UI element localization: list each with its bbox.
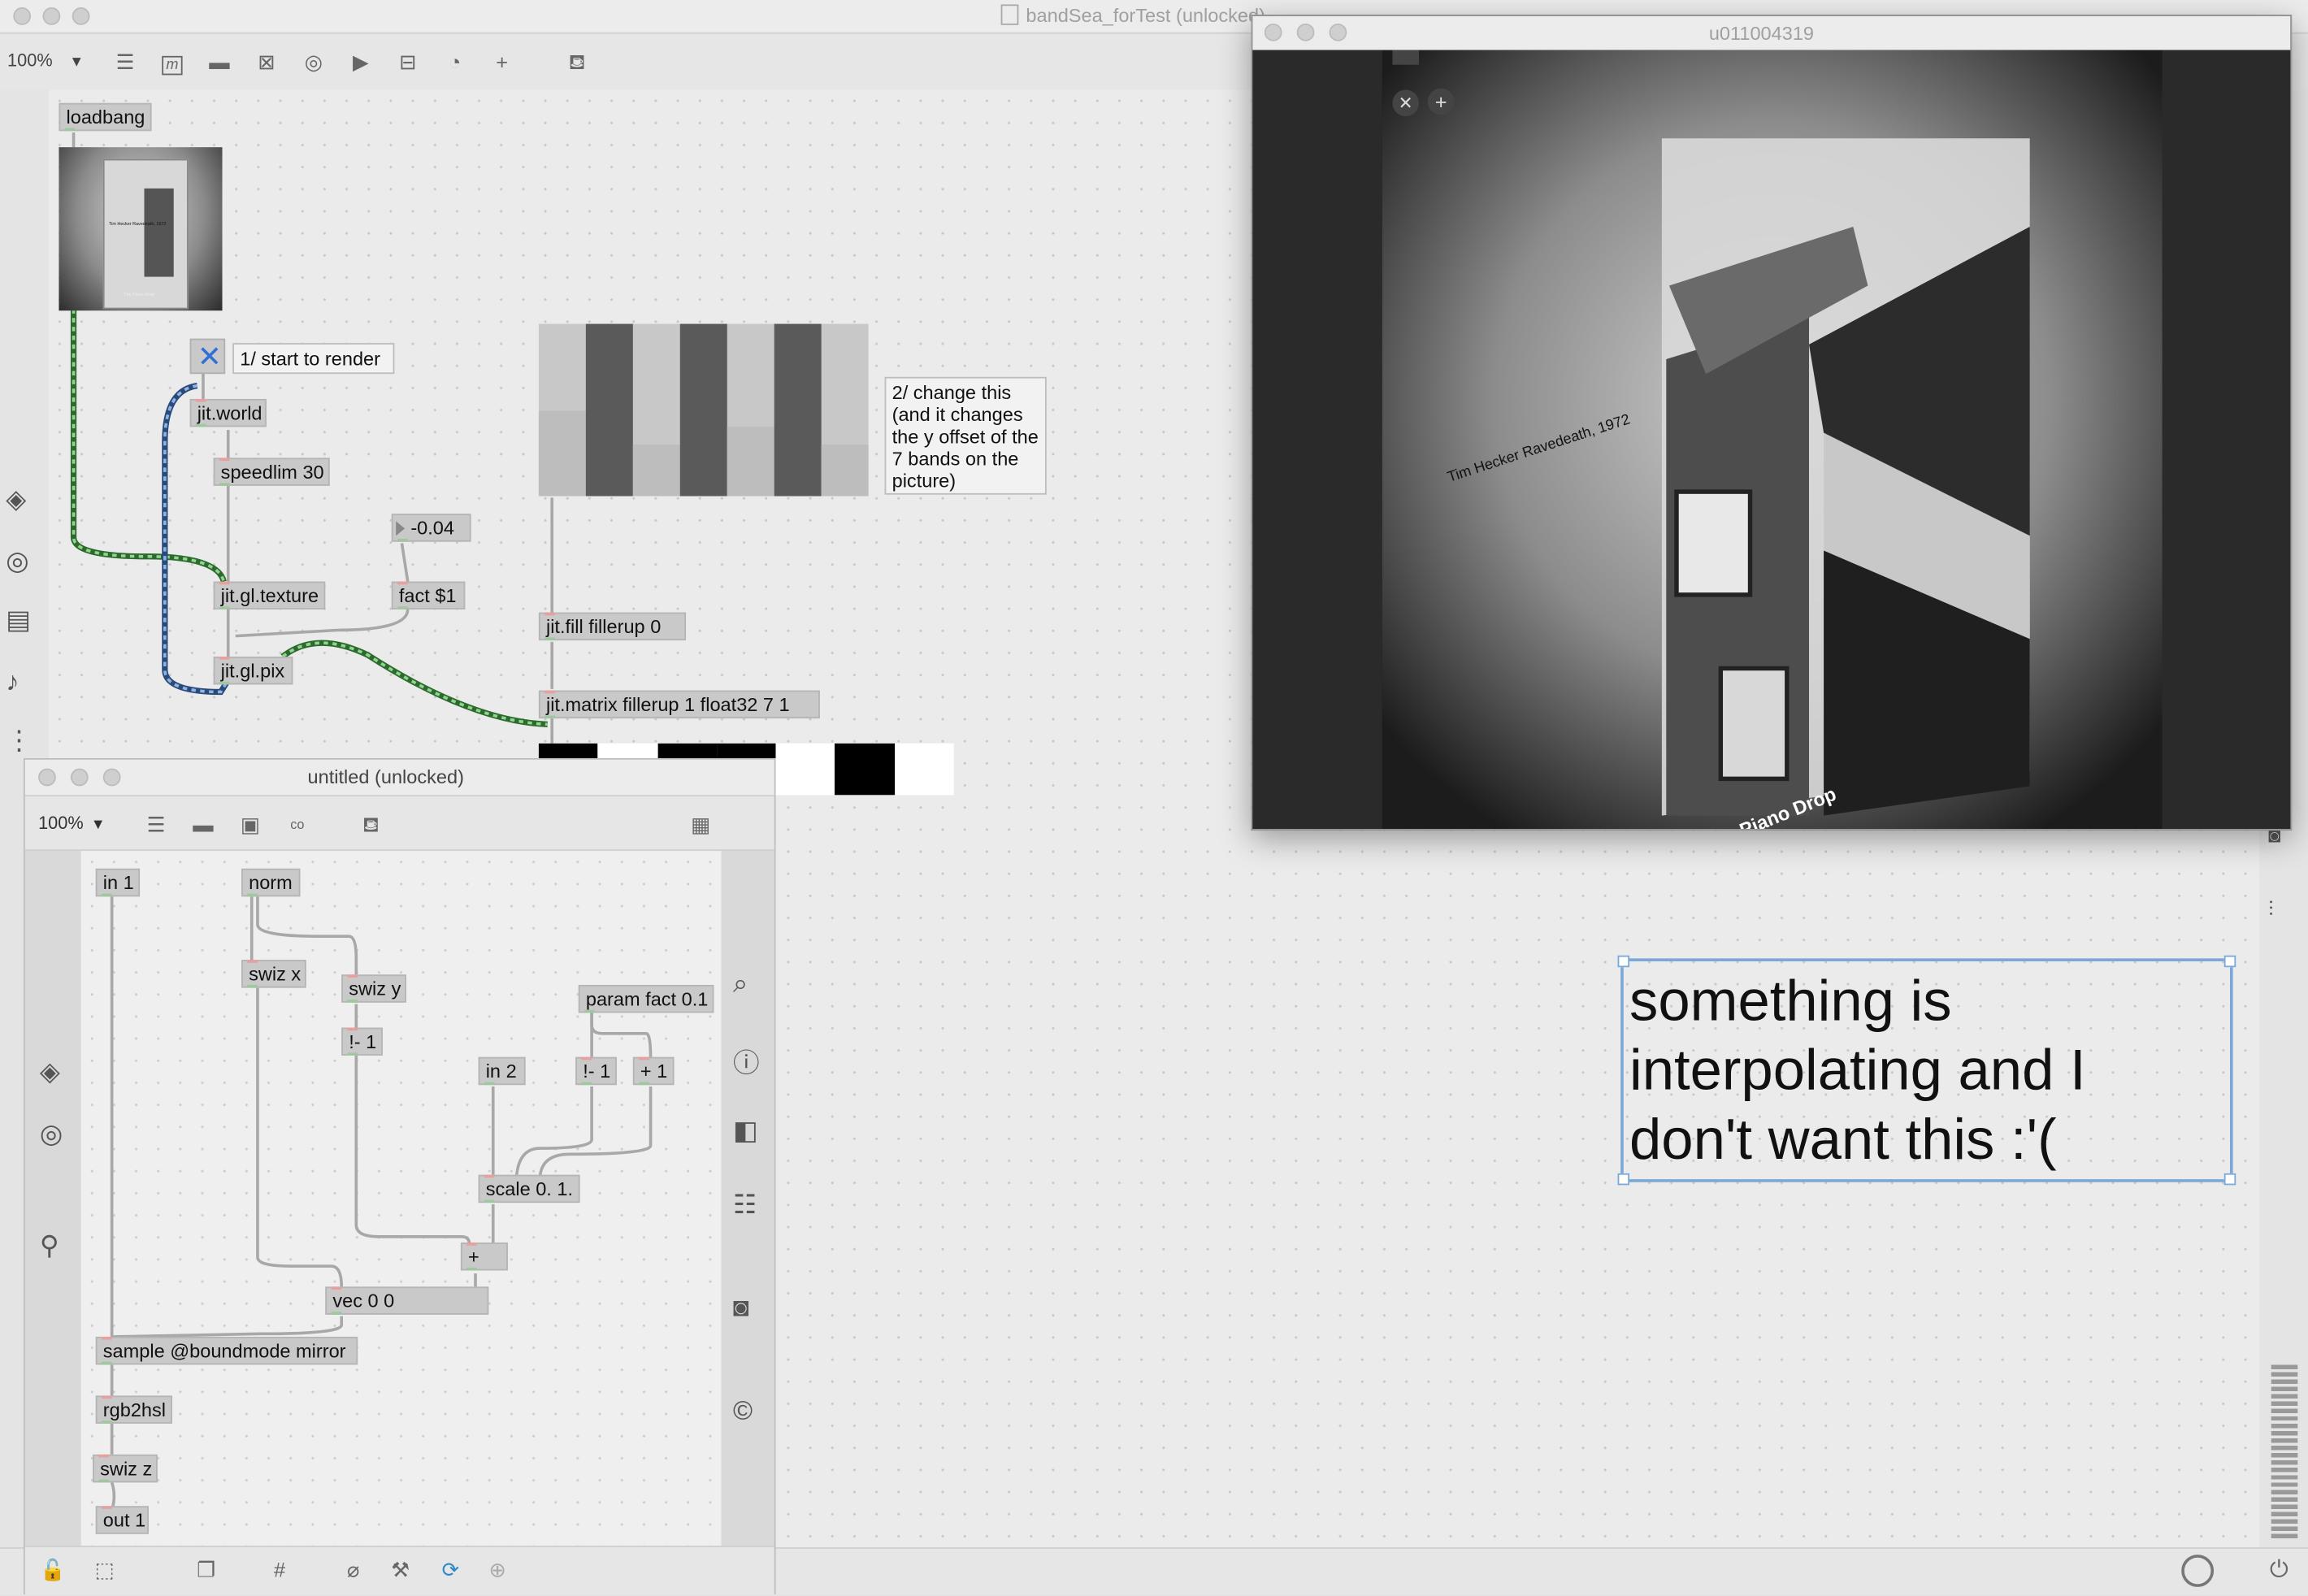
loadbang-label: loadbang bbox=[66, 106, 145, 128]
jit-world-label: jit.world bbox=[197, 401, 262, 424]
gen-swiz-x-label: swiz x bbox=[249, 962, 302, 985]
jit-gl-texture-label: jit.gl.texture bbox=[220, 584, 319, 607]
jit-gl-pix-object[interactable]: jit.gl.pix bbox=[213, 656, 293, 685]
resize-handle[interactable] bbox=[1617, 955, 1630, 968]
gen-out1-label: out 1 bbox=[102, 1508, 146, 1532]
gen-scale-label: scale 0. 1. bbox=[485, 1177, 574, 1200]
multislider-bar[interactable] bbox=[538, 410, 586, 497]
resize-handle[interactable] bbox=[2223, 955, 2236, 968]
viewer-minimize-button[interactable] bbox=[1296, 23, 1315, 41]
gen-swiz-y[interactable]: swiz y bbox=[341, 974, 406, 1003]
interpolation-note[interactable]: something is interpolating and I don't w… bbox=[1617, 955, 2236, 1186]
viewer-left-pad bbox=[1252, 50, 1382, 829]
multislider-bar[interactable] bbox=[632, 444, 680, 497]
multislider-bar[interactable] bbox=[821, 444, 869, 497]
jit-fill-object[interactable]: jit.fill fillerup 0 bbox=[538, 612, 687, 641]
jit-gl-texture-object[interactable]: jit.gl.texture bbox=[213, 581, 326, 610]
start-render-comment: 1/ start to render bbox=[232, 343, 395, 375]
gen-not-minus-1-b-label: !- 1 bbox=[583, 1060, 611, 1082]
jit-world-viewer-window[interactable]: u011004319 Tim Hecker Ravedeath, 1972 Th bbox=[1251, 15, 2293, 831]
multislider-bar[interactable] bbox=[585, 323, 633, 497]
x-toggle-icon: ✕ bbox=[197, 341, 223, 375]
fact-message-label: fact $1 bbox=[398, 584, 457, 607]
multislider-bars bbox=[538, 323, 869, 497]
gen-subpatcher-window[interactable]: untitled (unlocked) 100% ▼ ☰ ▬ ▣ co ⛾ ▦ ◈… bbox=[23, 757, 776, 1594]
gen-vec-label: vec 0 0 bbox=[332, 1289, 395, 1312]
viewer-title: u011004319 bbox=[1708, 22, 1815, 45]
gen-swiz-z[interactable]: swiz z bbox=[93, 1454, 158, 1483]
power-icon[interactable]: ⏻ bbox=[2270, 1558, 2288, 1585]
speedlim-label: speedlim 30 bbox=[220, 461, 324, 484]
jit-fill-label: jit.fill fillerup 0 bbox=[545, 615, 662, 638]
gen-vec[interactable]: vec 0 0 bbox=[325, 1286, 489, 1315]
multislider-bar[interactable] bbox=[727, 427, 774, 497]
jit-matrix-label: jit.matrix fillerup 1 float32 7 1 bbox=[545, 693, 790, 716]
thumbnail-caption: Tim Hecker Ravedeath, 1972 bbox=[109, 220, 167, 227]
viewer-title-bar: u011004319 bbox=[1252, 15, 2291, 50]
number-value: -0.04 bbox=[410, 516, 455, 540]
thumbnail-album-title: The Piano Drop bbox=[124, 291, 155, 297]
jit-matrix-object[interactable]: jit.matrix fillerup 1 float32 7 1 bbox=[538, 690, 820, 719]
interpolation-note-text: something is interpolating and I don't w… bbox=[1629, 969, 2086, 1173]
gen-sample[interactable]: sample @boundmode mirror bbox=[95, 1336, 358, 1365]
gen-swiz-z-label: swiz z bbox=[100, 1457, 153, 1480]
gen-param-fact[interactable]: param fact 0.1 bbox=[578, 984, 714, 1013]
rendered-album-image: Tim Hecker Ravedeath, 1972 The Piano Dro… bbox=[1382, 50, 2163, 829]
matrix-cell bbox=[775, 743, 835, 796]
presentation-icon[interactable] bbox=[2181, 1555, 2215, 1587]
render-window bbox=[1674, 489, 1753, 597]
matrix-cell bbox=[835, 743, 895, 796]
render-window bbox=[1718, 666, 1790, 782]
multislider-bar[interactable] bbox=[679, 323, 727, 497]
viewer-close-button[interactable] bbox=[1264, 23, 1282, 41]
cord-world-loop bbox=[162, 383, 231, 696]
viewer-close-icon[interactable] bbox=[1392, 50, 1420, 65]
gen-plus-label: + bbox=[467, 1245, 479, 1268]
gen-rgb2hsl[interactable]: rgb2hsl bbox=[95, 1395, 172, 1424]
gen-in2-label: in 2 bbox=[485, 1060, 517, 1082]
gen-swiz-x[interactable]: swiz x bbox=[241, 960, 306, 988]
gen-in1-label: in 1 bbox=[102, 871, 134, 894]
resize-handle[interactable] bbox=[2223, 1173, 2236, 1186]
multislider-bar[interactable] bbox=[774, 323, 822, 497]
matrix-cell bbox=[894, 743, 954, 796]
resize-handle[interactable] bbox=[1617, 1173, 1630, 1186]
multislider[interactable] bbox=[538, 323, 869, 497]
thumbnail-building bbox=[144, 188, 174, 277]
gen-sample-label: sample @boundmode mirror bbox=[102, 1339, 346, 1362]
gen-not-minus-1-a-label: !- 1 bbox=[349, 1030, 377, 1053]
speedlim-object[interactable]: speedlim 30 bbox=[213, 458, 330, 486]
fact-message[interactable]: fact $1 bbox=[391, 581, 466, 610]
gen-param-fact-label: param fact 0.1 bbox=[585, 987, 709, 1010]
gen-plus-1-label: + 1 bbox=[640, 1060, 668, 1082]
gen-swiz-y-label: swiz y bbox=[349, 977, 401, 1000]
gen-out1[interactable]: out 1 bbox=[95, 1506, 149, 1534]
gen-not-minus-1-b[interactable]: !- 1 bbox=[575, 1056, 617, 1086]
gen-norm[interactable]: norm bbox=[241, 868, 301, 897]
loadbang-object[interactable]: loadbang bbox=[59, 102, 152, 132]
album-thumbnail[interactable]: Tim Hecker Ravedeath, 1972 The Piano Dro… bbox=[59, 147, 223, 311]
gen-in1[interactable]: in 1 bbox=[95, 868, 141, 897]
gen-scale[interactable]: scale 0. 1. bbox=[478, 1174, 580, 1204]
viewer-add-icon[interactable]: + bbox=[1427, 88, 1455, 115]
viewer-right-pad bbox=[2160, 50, 2291, 829]
gen-plus-1[interactable]: + 1 bbox=[632, 1056, 675, 1086]
gen-in2[interactable]: in 2 bbox=[478, 1056, 526, 1086]
screen: bandSea_forTest (unlocked) 100% ▼ ☰ m ▬ … bbox=[0, 0, 2308, 1596]
viewer-zoom-button[interactable] bbox=[1329, 23, 1347, 41]
change-comment: 2/ change this (and it changes the y off… bbox=[884, 376, 1047, 495]
gen-norm-label: norm bbox=[249, 871, 293, 894]
viewer-close-icon[interactable]: ✕ bbox=[1392, 89, 1420, 117]
gen-plus[interactable]: + bbox=[460, 1243, 508, 1271]
gen-not-minus-1-a[interactable]: !- 1 bbox=[341, 1027, 383, 1056]
render-toggle[interactable]: ✕ bbox=[189, 338, 226, 375]
jit-world-object[interactable]: jit.world bbox=[189, 398, 267, 427]
jit-gl-pix-label: jit.gl.pix bbox=[220, 659, 285, 682]
gen-rgb2hsl-label: rgb2hsl bbox=[102, 1399, 167, 1421]
number-triangle-icon bbox=[396, 521, 406, 536]
float-number-box[interactable]: -0.04 bbox=[391, 514, 471, 542]
